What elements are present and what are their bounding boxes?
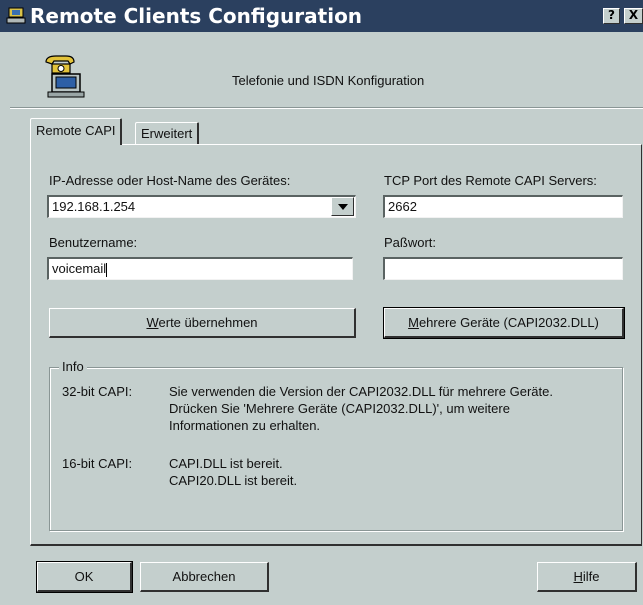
tab-erweitert-label: Erweitert	[141, 126, 193, 141]
help-button[interactable]: Hilfe	[537, 562, 637, 592]
tab-remote-capi[interactable]: Remote CAPI	[30, 118, 123, 145]
help-mnemonic: H	[573, 569, 583, 584]
window-title: Remote Clients Configuration	[30, 4, 363, 28]
cancel-button[interactable]: Abbrechen	[140, 562, 269, 592]
tab-panel	[30, 144, 642, 546]
tab-erweitert[interactable]: Erweitert	[135, 122, 200, 144]
header-divider	[10, 107, 643, 109]
help-label: ilfe	[582, 569, 600, 584]
header-title: Telefonie und ISDN Konfiguration	[232, 73, 425, 88]
telephone-computer-icon	[42, 54, 88, 98]
close-button[interactable]: X	[624, 8, 643, 24]
app-icon[interactable]	[6, 7, 26, 25]
ok-button[interactable]: OK	[36, 561, 133, 593]
help-title-button[interactable]: ?	[603, 8, 620, 24]
